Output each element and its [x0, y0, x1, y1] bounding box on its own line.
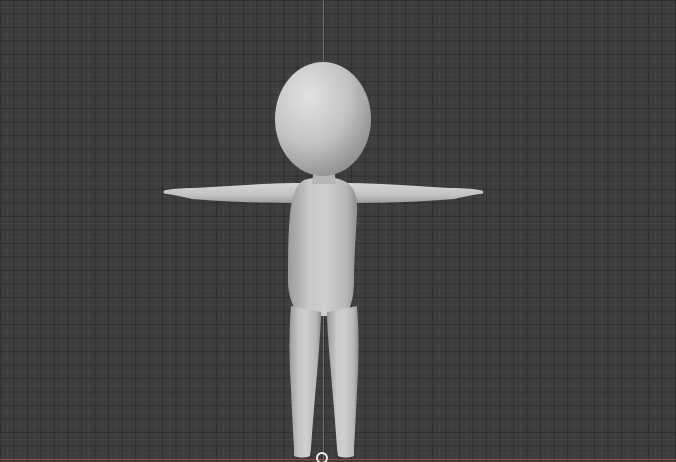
3d-viewport[interactable]	[0, 0, 676, 462]
origin-marker	[316, 452, 328, 462]
right-arm[interactable]	[345, 183, 484, 203]
character-mesh[interactable]	[0, 0, 676, 462]
left-leg[interactable]	[289, 306, 322, 458]
torso[interactable]	[288, 177, 358, 316]
left-arm[interactable]	[163, 183, 300, 203]
head[interactable]	[275, 62, 371, 176]
right-leg[interactable]	[327, 306, 359, 458]
